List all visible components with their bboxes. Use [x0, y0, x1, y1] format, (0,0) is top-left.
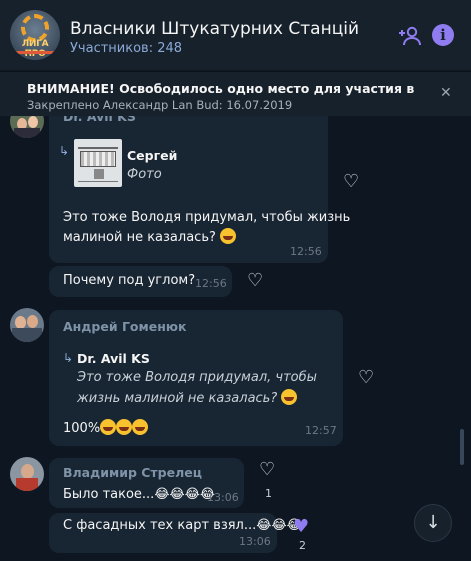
member-count[interactable]: Участников: 248 — [70, 41, 182, 56]
logo-stripe — [16, 51, 54, 54]
message-bubble[interactable]: Андрей Гоменюк ↳ Dr. Avil KS Это тоже Во… — [49, 310, 343, 446]
laughing-emoji-icon — [132, 419, 149, 435]
scrollbar-thumb[interactable] — [460, 429, 464, 465]
message-bubble[interactable]: С фасадных тех карт взял...😂😂😂 13:06 — [49, 513, 302, 553]
laughing-emoji-icon — [116, 419, 133, 435]
message-time: 13:06 — [239, 535, 271, 548]
message-time: 12:57 — [305, 424, 337, 437]
pinned-subtitle: Закреплено Александр Lan Bud: 16.07.2019 — [27, 98, 293, 112]
scroll-down-button[interactable]: ↓ — [414, 504, 452, 542]
heart-icon[interactable]: ♡ — [247, 270, 263, 291]
message-bubble[interactable]: Владимир Стрелец Было такое...😂😂😂😂 13:06 — [49, 458, 244, 508]
logo-text: ЛИГА ПРО — [21, 39, 49, 59]
sender-name[interactable]: Владимир Стрелец — [63, 465, 202, 480]
group-avatar[interactable]: ЛИГА ПРО — [10, 10, 60, 60]
message-line: Это тоже Володя придумал, чтобы жизнь — [63, 210, 351, 225]
pinned-title[interactable]: ВНИМАНИЕ! Освободилось одно место для уч… — [27, 81, 417, 96]
chat-header[interactable]: ЛИГА ПРО Власники Штукатурних Станцій Уч… — [0, 0, 471, 70]
message-text: С фасадных тех карт взял...😂😂😂 — [63, 518, 302, 533]
reply-line: жизнь малиной не казалась? — [77, 391, 278, 406]
heart-icon[interactable]: ♡ — [343, 171, 359, 192]
message-time: 12:56 — [195, 277, 227, 290]
sender-name[interactable]: Андрей Гоменюк — [63, 319, 186, 334]
message-bubble[interactable]: Dr. Avil KS ↳ Сергей Фото Это тоже Волод… — [49, 116, 350, 263]
message-text: Это тоже Володя придумал, чтобы жизнь ма… — [63, 208, 350, 248]
message-text: 100% — [63, 419, 149, 439]
pinned-message[interactable]: ВНИМАНИЕ! Освободилось одно место для уч… — [0, 71, 471, 116]
heart-icon[interactable]: ♡ — [259, 459, 275, 480]
reaction-count: 2 — [299, 539, 306, 552]
message-line: 100% — [63, 421, 101, 436]
avatar[interactable] — [10, 457, 44, 491]
message-text: Почему под углом? — [63, 273, 196, 288]
laughing-emoji-icon — [220, 228, 237, 244]
avatar[interactable] — [10, 308, 44, 342]
reply-preview: Фото — [127, 167, 162, 182]
message-time: 12:56 — [290, 245, 322, 258]
reply-arrow-icon: ↳ — [63, 351, 74, 365]
reaction-count: 1 — [265, 487, 272, 500]
message-list[interactable]: Dr. Avil KS ↳ Сергей Фото Это тоже Волод… — [0, 116, 471, 561]
reply-arrow-icon: ↳ — [59, 144, 70, 158]
chat-title[interactable]: Власники Штукатурних Станцій — [70, 19, 359, 39]
message-time: 13:06 — [207, 491, 239, 504]
reply-photo-thumbnail[interactable] — [74, 139, 122, 187]
reply-author: Dr. Avil KS — [77, 351, 150, 366]
close-icon[interactable]: ✕ — [440, 85, 452, 101]
message-bubble[interactable]: Почему под углом? 12:56 — [49, 266, 232, 297]
reply-author: Сергей — [127, 148, 178, 163]
sender-name[interactable]: Dr. Avil KS — [63, 116, 136, 124]
laughing-emoji-icon — [100, 419, 117, 435]
info-icon[interactable]: i — [432, 24, 454, 46]
avatar[interactable] — [10, 116, 44, 138]
gear-logo-icon — [21, 14, 49, 42]
laughing-emoji-icon — [281, 389, 298, 405]
message-text: Было такое...😂😂😂😂 — [63, 487, 216, 502]
message-line: малиной не казалась? — [63, 230, 216, 245]
reply-preview: Это тоже Володя придумал, чтобы жизнь ма… — [77, 367, 317, 409]
heart-icon[interactable]: ♡ — [358, 367, 374, 388]
heart-filled-icon[interactable]: ♥ — [293, 516, 309, 537]
add-user-icon[interactable] — [398, 24, 422, 48]
reply-line: Это тоже Володя придумал, чтобы — [77, 370, 317, 385]
